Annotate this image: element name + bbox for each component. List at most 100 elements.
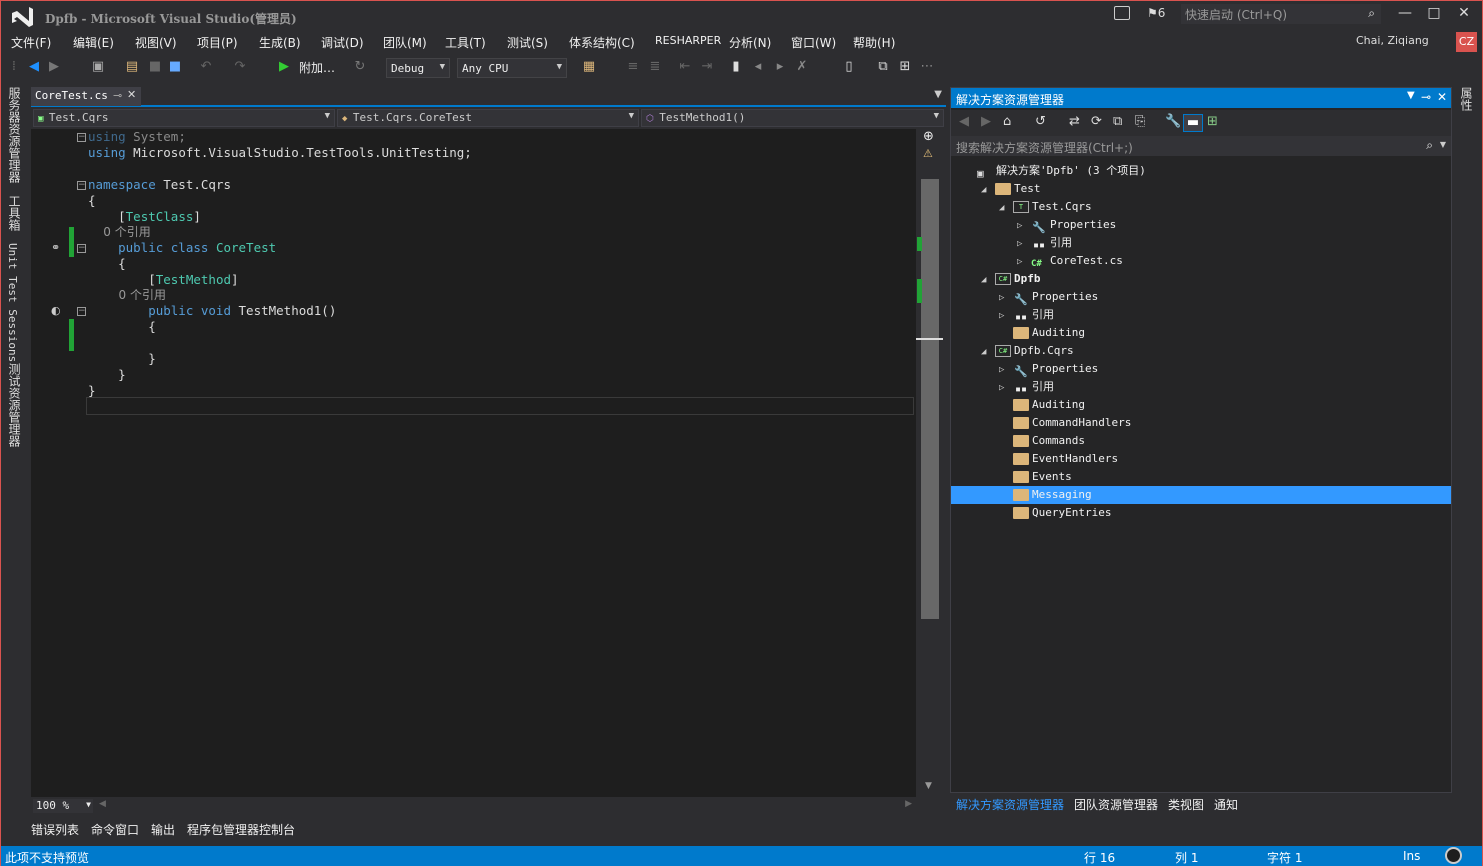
configuration-select[interactable]: Debug ▼ (386, 58, 450, 78)
overflow-icon[interactable]: ⋯ (919, 59, 935, 77)
notifications-flag[interactable]: ⚑6 (1147, 6, 1165, 20)
panel-menu-icon[interactable]: ▼ (1407, 90, 1415, 101)
indent-icon[interactable]: ⇥ (699, 59, 715, 77)
test-method-status-icon[interactable]: ◐ (51, 304, 61, 317)
find-in-files-icon[interactable]: ▦ (581, 59, 597, 77)
run-tests-icon[interactable]: ⊞ (897, 59, 913, 77)
forward-icon[interactable]: ▶ (47, 59, 61, 77)
tab-overflow-icon[interactable]: ▼ (934, 89, 942, 100)
uncomment-icon[interactable]: ≣ (647, 59, 663, 77)
expand-arrow-icon[interactable]: ▷ (1017, 235, 1031, 253)
code-editor[interactable]: − − − − ⚭ ◐ using System; using Microsof… (31, 129, 916, 797)
sync-icon[interactable]: ⇄ (1069, 114, 1080, 132)
test-status-icon[interactable]: ⚭ (51, 241, 60, 254)
expanded-arrow-icon[interactable]: ◢ (981, 181, 995, 199)
tree-item[interactable]: ▣ 解决方案'Dpfb' (3 个项目) (951, 162, 1451, 180)
tab-class-view[interactable]: 类视图 (1168, 796, 1204, 813)
scroll-left-icon[interactable]: ◀ (99, 799, 106, 809)
history-icon[interactable]: ↺ (1035, 114, 1046, 132)
quick-launch-input[interactable]: 快速启动 (Ctrl+Q) ⌕ (1181, 4, 1381, 24)
collapse-icon[interactable]: − (77, 244, 86, 253)
expanded-arrow-icon[interactable]: ◢ (981, 343, 995, 361)
page-icon[interactable]: ▯ (841, 59, 857, 77)
menu-test[interactable]: 测试(S) (507, 34, 548, 51)
tree-item[interactable]: ▷ ▪▪ 引用 (951, 234, 1451, 252)
new-project-icon[interactable]: ▣ (89, 59, 107, 77)
server-explorer-tab[interactable]: 服务器资源管理器 (6, 87, 23, 183)
outdent-icon[interactable]: ⇤ (677, 59, 693, 77)
project-nav-select[interactable]: ▣ Test.Cqrs ▼ (33, 109, 335, 127)
refresh-icon[interactable]: ↻ (353, 59, 367, 77)
expanded-arrow-icon[interactable]: ◢ (981, 271, 995, 289)
back-icon[interactable]: ◀ (959, 114, 969, 132)
codelens-references[interactable]: 0 个引用 (88, 287, 166, 303)
pin-icon[interactable]: ⊸ (1421, 90, 1431, 104)
tab-coretest-cs[interactable]: CoreTest.cs ⊸ ✕ (31, 87, 141, 106)
collapse-all-icon[interactable]: ⧉ (1113, 114, 1122, 132)
expand-arrow-icon[interactable]: ▷ (999, 289, 1013, 307)
platform-select[interactable]: Any CPU ▼ (457, 58, 567, 78)
scroll-right-icon[interactable]: ▶ (905, 799, 912, 809)
tab-solution-explorer[interactable]: 解决方案资源管理器 (956, 796, 1064, 813)
expand-arrow-icon[interactable]: ▷ (1017, 253, 1031, 271)
menu-tools[interactable]: 工具(T) (445, 34, 486, 51)
member-nav-select[interactable]: ⬡ TestMethod1() ▼ (641, 109, 944, 127)
undo-icon[interactable]: ↶ (197, 59, 215, 77)
test-explorer-tab[interactable]: 测试资源管理器 (6, 363, 23, 447)
preview-icon[interactable]: ▬ (1183, 114, 1203, 132)
toolbox-tab[interactable]: 工具箱 (6, 195, 23, 231)
tree-item[interactable]: ◢ T Test.Cqrs (951, 198, 1451, 216)
avatar[interactable]: CZ (1456, 32, 1477, 52)
attach-button[interactable]: 附加… (295, 59, 339, 77)
expand-arrow-icon[interactable]: ▷ (999, 379, 1013, 397)
menu-file[interactable]: 文件(F) (11, 34, 51, 51)
horizontal-scrollbar[interactable]: 100 % ▼ ◀ ▶ (31, 797, 916, 815)
comment-icon[interactable]: ≡ (625, 59, 641, 77)
tree-item[interactable]: EventHandlers (951, 450, 1451, 468)
pin-icon[interactable]: ⊸ (113, 89, 122, 102)
properties-icon[interactable]: 🔧 (1165, 114, 1181, 132)
expand-arrow-icon[interactable]: ▷ (999, 307, 1013, 325)
tab-error-list[interactable]: 错误列表 (31, 821, 79, 838)
type-nav-select[interactable]: ◆ Test.Cqrs.CoreTest ▼ (337, 109, 639, 127)
tab-package-manager-console[interactable]: 程序包管理器控制台 (187, 821, 295, 838)
tab-command-window[interactable]: 命令窗口 (91, 821, 139, 838)
vertical-scrollbar[interactable]: ⊕ ⚠ ▼ (916, 129, 944, 797)
refresh-icon[interactable]: ⟳ (1091, 114, 1102, 132)
notification-status-icon[interactable] (1445, 847, 1462, 864)
collapse-icon[interactable]: − (77, 133, 86, 142)
collapse-icon[interactable]: − (77, 181, 86, 190)
menu-view[interactable]: 视图(V) (135, 34, 177, 51)
scroll-down-icon[interactable]: ▼ (925, 781, 932, 791)
class-diagram-icon[interactable]: ⊞ (1207, 114, 1218, 132)
zoom-select[interactable]: 100 % ▼ (33, 799, 93, 813)
tree-item[interactable]: ◢ C# Dpfb (951, 270, 1451, 288)
next-bookmark-icon[interactable]: ▸ (773, 59, 787, 77)
tree-item[interactable]: Events (951, 468, 1451, 486)
maximize-button[interactable]: □ (1421, 5, 1447, 25)
close-tab-icon[interactable]: ✕ (127, 88, 136, 101)
expand-arrow-icon[interactable]: ▷ (999, 361, 1013, 379)
menu-build[interactable]: 生成(B) (259, 34, 301, 51)
tree-item[interactable]: ▷ ▪▪ 引用 (951, 306, 1451, 324)
menu-help[interactable]: 帮助(H) (853, 34, 895, 51)
menu-analyze[interactable]: 分析(N) (729, 34, 771, 51)
bookmark-icon[interactable]: ▮ (729, 59, 743, 77)
expanded-arrow-icon[interactable]: ◢ (999, 199, 1013, 217)
menu-project[interactable]: 项目(P) (197, 34, 238, 51)
close-button[interactable]: ✕ (1451, 5, 1477, 25)
tree-item[interactable]: ▷ ▪▪ 引用 (951, 378, 1451, 396)
solution-search-input[interactable]: 搜索解决方案资源管理器(Ctrl+;) ⌕ ▼ (951, 136, 1451, 156)
tree-item[interactable]: Commands (951, 432, 1451, 450)
warning-icon[interactable]: ⚠ (923, 147, 933, 160)
menu-edit[interactable]: 编辑(E) (73, 34, 114, 51)
tab-output[interactable]: 输出 (151, 821, 175, 838)
tree-item[interactable]: ▷ 🔧 Properties (951, 216, 1451, 234)
tree-item[interactable]: ▷ 🔧 Properties (951, 360, 1451, 378)
show-all-files-icon[interactable]: ⎘ (1135, 114, 1145, 132)
split-icon[interactable]: ⊕ (923, 129, 934, 144)
scrollbar-thumb[interactable] (921, 179, 939, 619)
tree-item[interactable]: ◢ C# Dpfb.Cqrs (951, 342, 1451, 360)
feedback-icon[interactable] (1114, 6, 1130, 20)
open-file-icon[interactable]: ▤ (123, 59, 141, 77)
